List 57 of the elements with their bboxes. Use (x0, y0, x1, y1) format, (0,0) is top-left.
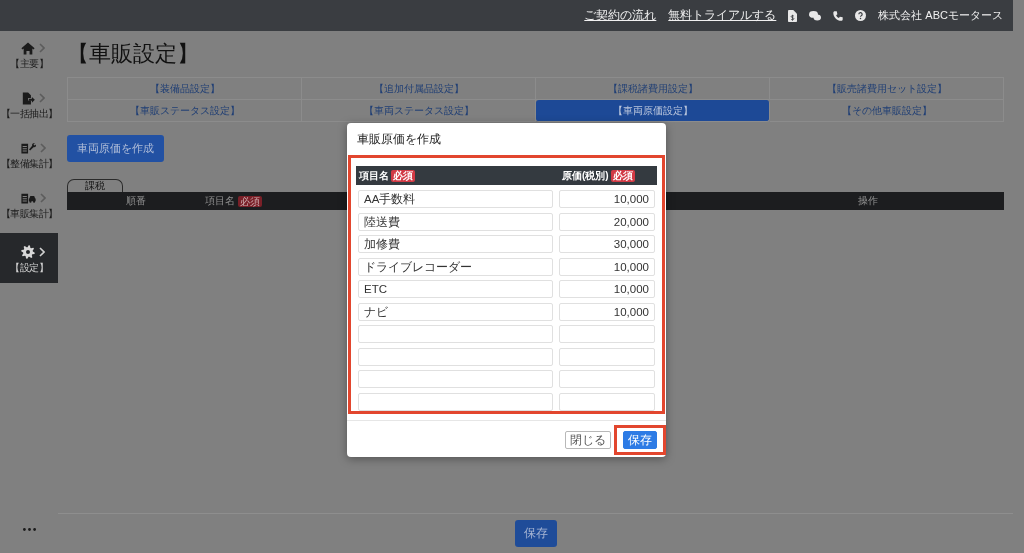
price-field[interactable]: 10,000 (559, 190, 655, 208)
column-header: 原価(税別) (562, 168, 609, 183)
chevron-icon (39, 193, 46, 203)
sidebar-item[interactable]: 【整備集計】 (0, 133, 58, 183)
price-field[interactable]: 10,000 (559, 302, 655, 321)
sidebar-item[interactable]: 【車販集計】 (0, 183, 58, 233)
required-badge: 必須 (391, 169, 415, 182)
chat-icon[interactable] (809, 10, 822, 21)
close-button[interactable]: 閉じる (565, 430, 611, 449)
sidebar-item[interactable]: 【設定】 (0, 233, 58, 283)
required-badge: 必須 (610, 169, 635, 182)
header-link[interactable]: ご契約の流れ (584, 7, 657, 24)
save-button[interactable]: 保存 (623, 430, 657, 449)
home-icon (21, 41, 35, 55)
column-header: 操作 (858, 194, 878, 208)
settings-icon (21, 245, 35, 259)
chevron-icon (38, 93, 45, 103)
price-field[interactable]: 30,000 (559, 235, 655, 253)
header-link[interactable]: 無料トライアルする (668, 7, 777, 24)
price-field[interactable]: 10,000 (559, 280, 655, 298)
list-wrench-icon (20, 142, 36, 154)
item-name-field[interactable]: ETC (358, 280, 553, 298)
create-button[interactable]: 車両原価を作成 (67, 135, 164, 162)
list-car-icon (20, 192, 36, 204)
item-name-field[interactable] (358, 325, 553, 343)
item-name-field[interactable]: ドライブレコーダー (358, 257, 553, 276)
item-name-field[interactable]: 加修費 (358, 235, 553, 253)
column-header: 項目名 (359, 168, 389, 183)
price-field[interactable]: 20,000 (559, 212, 655, 231)
sidebar-item[interactable]: 【主要】 (0, 33, 58, 83)
help-icon[interactable] (855, 10, 867, 21)
document-dollar-icon[interactable] (788, 9, 798, 22)
required-badge: 必須 (238, 195, 262, 207)
price-field[interactable] (559, 347, 655, 366)
page-title: 【車販設定】 (67, 40, 199, 68)
item-name-field[interactable] (358, 370, 553, 388)
price-field[interactable] (559, 370, 655, 388)
item-name-field[interactable]: ナビ (358, 302, 553, 321)
chevron-icon (39, 43, 45, 53)
price-field[interactable]: 10,000 (559, 257, 655, 276)
item-name-field[interactable] (358, 392, 553, 411)
tab[interactable]: 【車両原価設定】 (536, 100, 770, 122)
more-icon[interactable] (22, 528, 36, 531)
chevron-icon (39, 247, 45, 257)
column-header: 順番 (126, 194, 146, 208)
modal-title: 車販原価を作成 (357, 130, 441, 148)
price-field[interactable] (559, 392, 655, 411)
chevron-icon (39, 143, 46, 153)
file-export-icon (21, 91, 35, 105)
phone-icon[interactable] (833, 10, 844, 21)
company-name: 株式会社 ABCモータース (878, 8, 1003, 23)
save-button[interactable]: 保存 (514, 520, 557, 547)
item-name-field[interactable] (358, 347, 553, 366)
item-name-field[interactable]: AA手数料 (358, 190, 553, 208)
column-header: 項目名 (205, 194, 235, 208)
price-field[interactable] (559, 325, 655, 343)
item-name-field[interactable]: 陸送費 (358, 212, 553, 231)
